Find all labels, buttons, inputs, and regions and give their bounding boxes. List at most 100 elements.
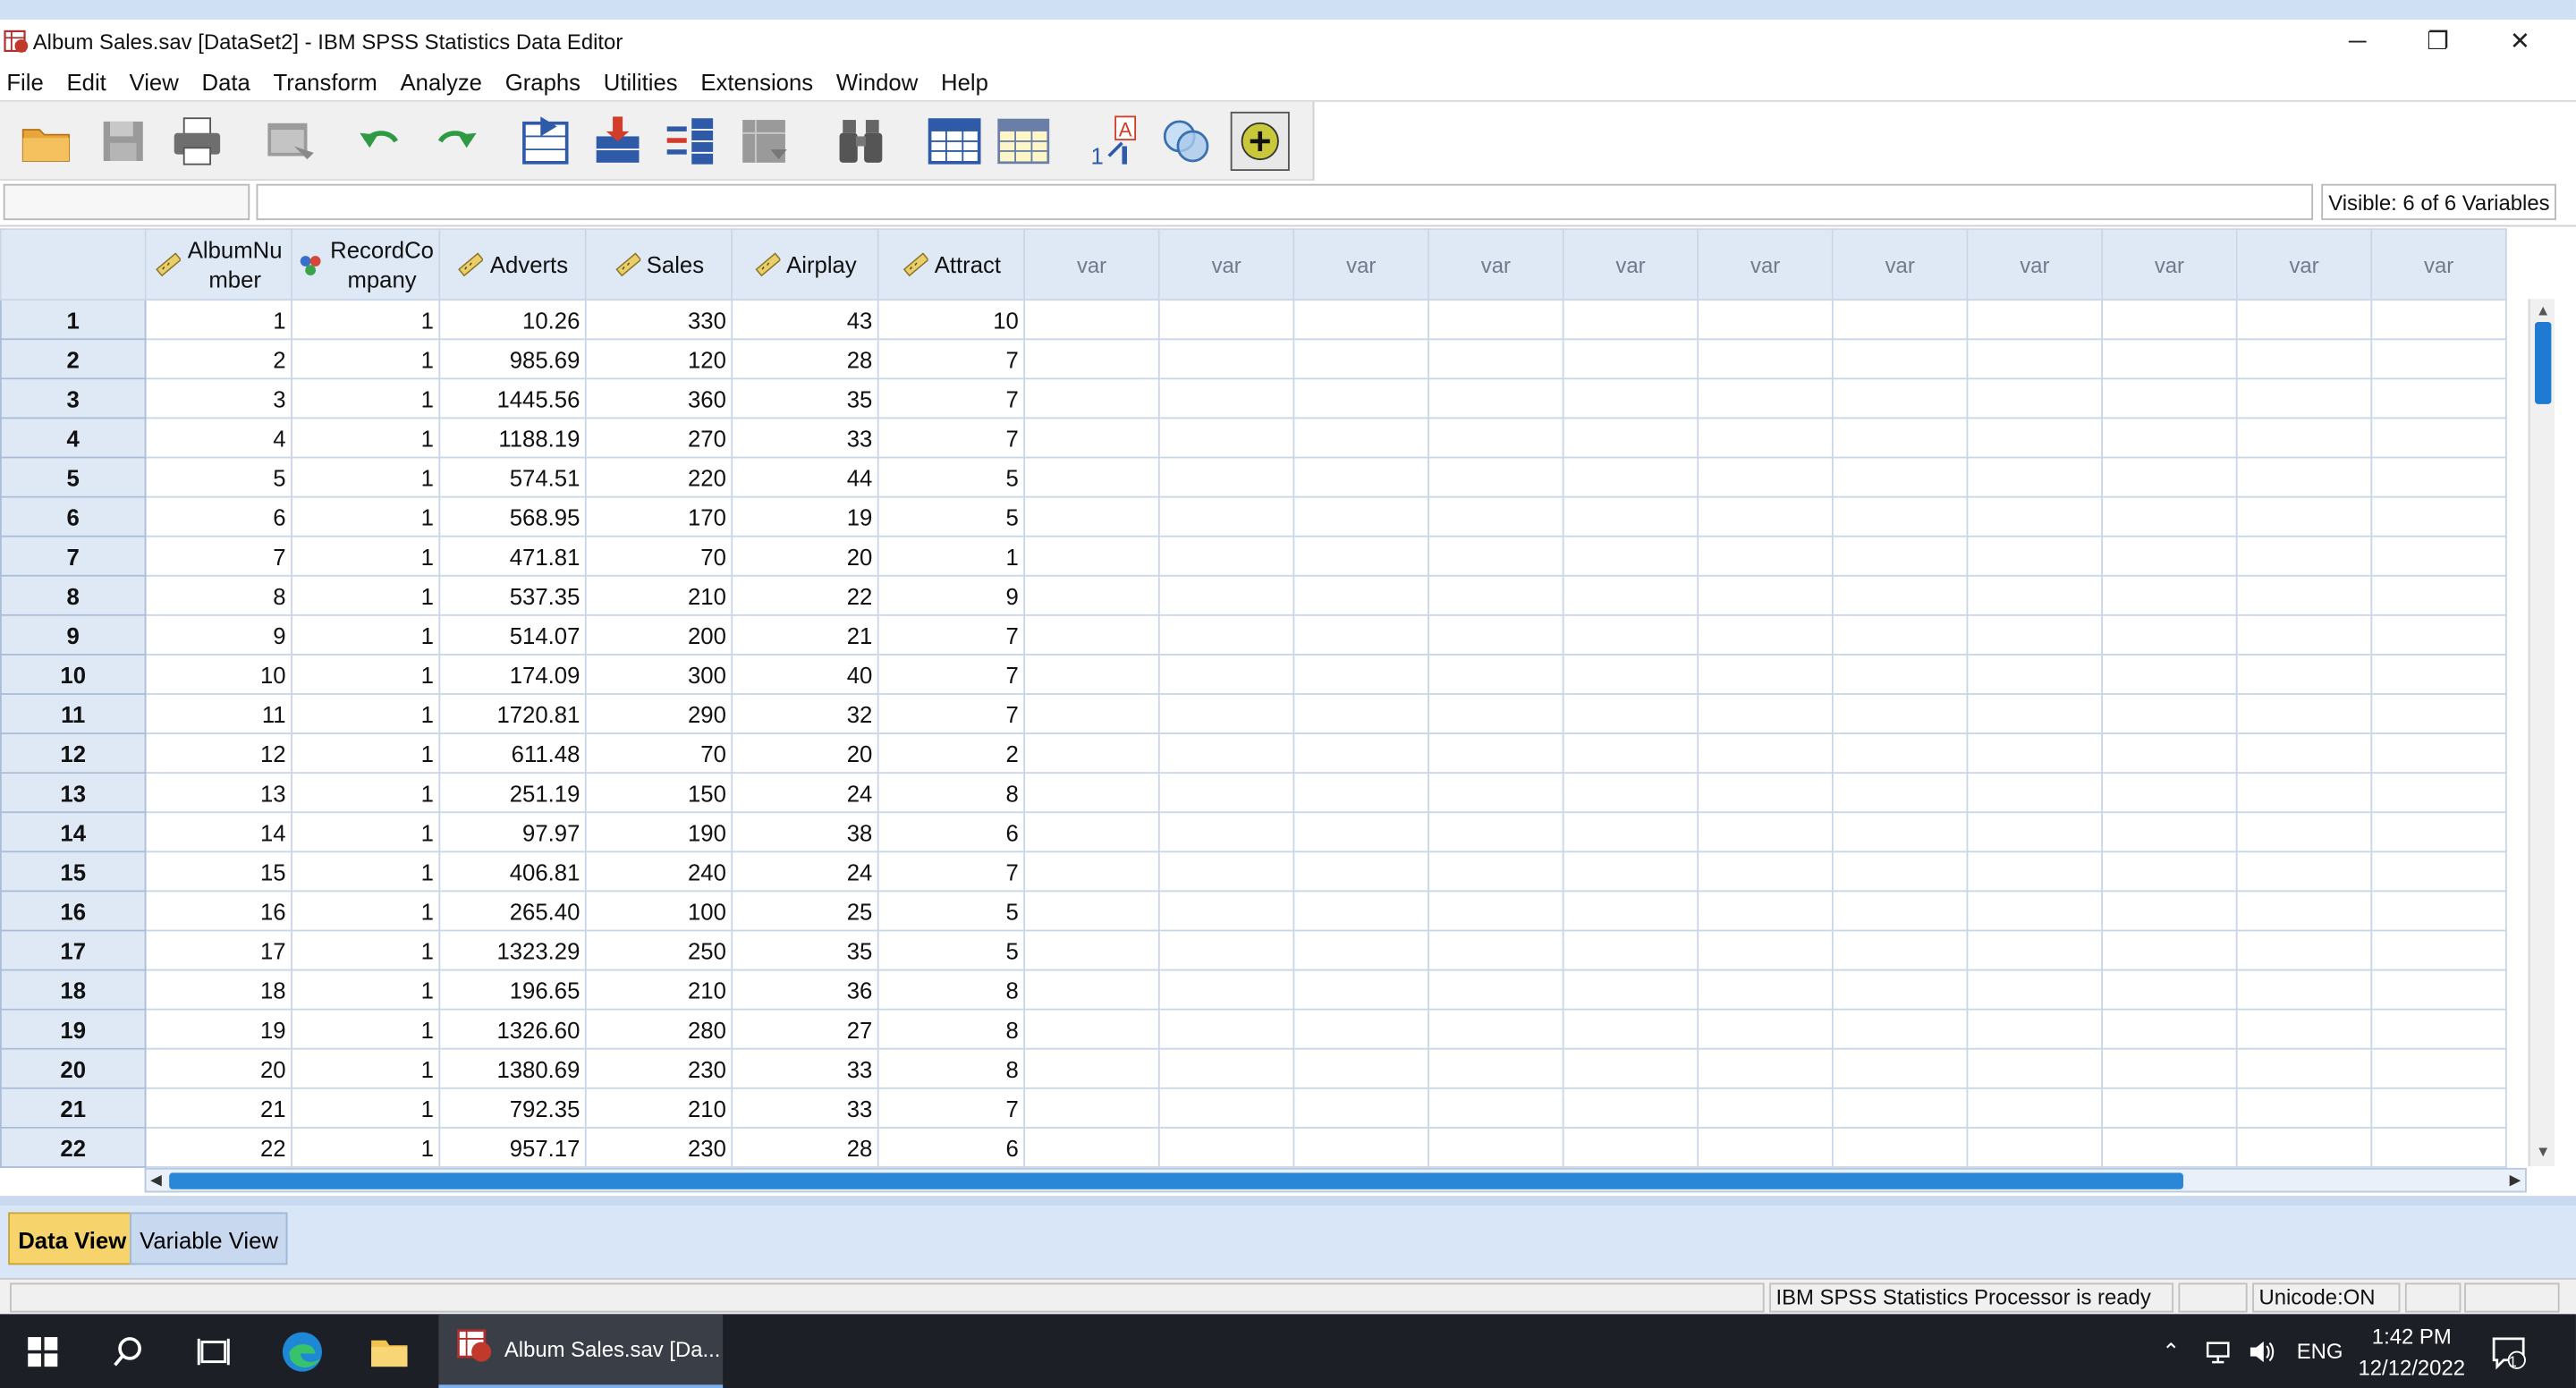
empty-cell[interactable]: [1831, 929, 1969, 971]
data-cell[interactable]: 8: [877, 772, 1026, 814]
empty-cell[interactable]: [1157, 929, 1295, 971]
empty-cell[interactable]: [1428, 299, 1564, 341]
empty-cell[interactable]: [1292, 495, 1429, 537]
data-cell[interactable]: 1323.29: [438, 929, 587, 971]
grid-corner[interactable]: [0, 228, 147, 301]
empty-cell[interactable]: [1292, 456, 1429, 498]
empty-cell[interactable]: [1023, 1008, 1160, 1050]
empty-cell[interactable]: [1428, 772, 1564, 814]
data-cell[interactable]: 40: [731, 654, 879, 695]
data-cell[interactable]: 5: [877, 456, 1026, 498]
data-cell[interactable]: 20: [731, 535, 879, 577]
empty-cell[interactable]: [2101, 614, 2238, 656]
empty-cell[interactable]: [1292, 654, 1429, 695]
empty-cell[interactable]: [1697, 890, 1834, 932]
empty-cell[interactable]: [1831, 732, 1969, 774]
row-number-header[interactable]: 3: [0, 377, 147, 419]
empty-cell[interactable]: [1966, 574, 2104, 616]
empty-cell[interactable]: [1157, 1008, 1295, 1050]
data-cell[interactable]: 957.17: [438, 1126, 587, 1168]
close-button[interactable]: ✕: [2479, 20, 2562, 63]
data-cell[interactable]: 1: [291, 929, 441, 971]
menu-graphs[interactable]: Graphs: [497, 68, 596, 94]
empty-cell[interactable]: [2101, 1008, 2238, 1050]
empty-cell[interactable]: [2101, 693, 2238, 735]
empty-cell[interactable]: [1966, 693, 2104, 735]
value-labels-icon[interactable]: A1: [1084, 112, 1143, 171]
empty-cell[interactable]: [1157, 299, 1295, 341]
empty-cell[interactable]: [1428, 1126, 1564, 1168]
data-cell[interactable]: 1: [291, 299, 441, 341]
pane-splitter[interactable]: [0, 1196, 2576, 1206]
data-cell[interactable]: 17: [144, 929, 292, 971]
empty-cell[interactable]: [1697, 1087, 1834, 1129]
empty-cell[interactable]: [1428, 890, 1564, 932]
empty-cell[interactable]: [2235, 417, 2373, 459]
row-number-header[interactable]: 17: [0, 929, 147, 971]
empty-cell[interactable]: [1023, 693, 1160, 735]
data-cell[interactable]: 1: [291, 495, 441, 537]
empty-cell[interactable]: [1831, 890, 1969, 932]
row-number-header[interactable]: 21: [0, 1087, 147, 1129]
empty-cell[interactable]: [2235, 495, 2373, 537]
empty-cell[interactable]: [1831, 811, 1969, 853]
row-number-header[interactable]: 11: [0, 693, 147, 735]
empty-cell[interactable]: [1157, 456, 1295, 498]
empty-cell[interactable]: [1562, 772, 1699, 814]
data-cell[interactable]: 18: [144, 969, 292, 1011]
empty-cell[interactable]: [1562, 299, 1699, 341]
data-cell[interactable]: 21: [731, 614, 879, 656]
data-cell[interactable]: 7: [877, 377, 1026, 419]
search-icon[interactable]: [86, 1314, 172, 1388]
empty-cell[interactable]: [2235, 851, 2373, 893]
empty-cell[interactable]: [1157, 377, 1295, 419]
data-cell[interactable]: 27: [731, 1008, 879, 1050]
empty-var-column-header[interactable]: var: [1831, 228, 1969, 301]
data-cell[interactable]: 20: [731, 732, 879, 774]
row-number-header[interactable]: 2: [0, 338, 147, 380]
empty-cell[interactable]: [1831, 772, 1969, 814]
empty-cell[interactable]: [1023, 338, 1160, 380]
data-cell[interactable]: 1: [291, 1087, 441, 1129]
empty-cell[interactable]: [1428, 574, 1564, 616]
empty-cell[interactable]: [2235, 693, 2373, 735]
edge-browser-icon[interactable]: [259, 1314, 345, 1388]
empty-cell[interactable]: [1697, 929, 1834, 971]
data-cell[interactable]: 240: [584, 851, 733, 893]
data-cell[interactable]: 13: [144, 772, 292, 814]
data-cell[interactable]: 5: [877, 495, 1026, 537]
empty-cell[interactable]: [1966, 299, 2104, 341]
data-cell[interactable]: 1: [291, 377, 441, 419]
data-cell[interactable]: 1: [291, 535, 441, 577]
data-cell[interactable]: 1188.19: [438, 417, 587, 459]
row-number-header[interactable]: 20: [0, 1047, 147, 1089]
empty-cell[interactable]: [1023, 969, 1160, 1011]
empty-cell[interactable]: [2235, 1008, 2373, 1050]
data-cell[interactable]: 1: [291, 654, 441, 695]
empty-cell[interactable]: [1831, 299, 1969, 341]
data-cell[interactable]: 10: [144, 654, 292, 695]
empty-cell[interactable]: [1697, 495, 1834, 537]
empty-cell[interactable]: [1966, 732, 2104, 774]
data-cell[interactable]: 9: [877, 574, 1026, 616]
data-cell[interactable]: 38: [731, 811, 879, 853]
empty-cell[interactable]: [1428, 456, 1564, 498]
data-cell[interactable]: 251.19: [438, 772, 587, 814]
data-cell[interactable]: 8: [144, 574, 292, 616]
empty-cell[interactable]: [1831, 1047, 1969, 1089]
menu-transform[interactable]: Transform: [265, 68, 392, 94]
data-cell[interactable]: 2: [144, 338, 292, 380]
data-cell[interactable]: 174.09: [438, 654, 587, 695]
cell-value-editor[interactable]: [256, 183, 2314, 221]
empty-cell[interactable]: [1966, 1126, 2104, 1168]
menu-data[interactable]: Data: [193, 68, 265, 94]
empty-cell[interactable]: [1292, 535, 1429, 577]
menu-view[interactable]: View: [121, 68, 193, 94]
empty-cell[interactable]: [1023, 811, 1160, 853]
empty-cell[interactable]: [1023, 574, 1160, 616]
data-cell[interactable]: 6: [877, 1126, 1026, 1168]
empty-cell[interactable]: [1697, 1126, 1834, 1168]
empty-cell[interactable]: [1562, 1008, 1699, 1050]
empty-cell[interactable]: [1831, 1126, 1969, 1168]
empty-cell[interactable]: [1428, 693, 1564, 735]
